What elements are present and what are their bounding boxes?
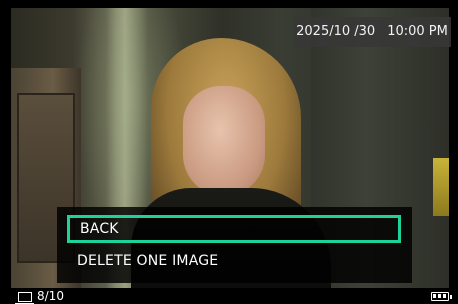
- back-menu-item[interactable]: BACK: [67, 215, 401, 243]
- subject-face: [183, 86, 265, 196]
- date-time-overlay: 2025/10 /30 10:00 PM: [293, 17, 451, 47]
- camera-playback-screen: 2025/10 /30 10:00 PM BACK DELETE ONE IMAG…: [0, 0, 458, 304]
- background-sign: [433, 158, 449, 216]
- battery-icon: [431, 292, 452, 301]
- image-counter: 8/10: [37, 289, 64, 303]
- status-bar: 8/10: [0, 288, 458, 304]
- date-label: 2025/10 /30: [296, 24, 376, 39]
- frame-icon: [15, 292, 34, 304]
- playback-menu: BACK DELETE ONE IMAGE: [57, 207, 412, 283]
- time-label: 10:00 PM: [387, 24, 448, 39]
- delete-one-image-menu-item[interactable]: DELETE ONE IMAGE: [67, 248, 401, 276]
